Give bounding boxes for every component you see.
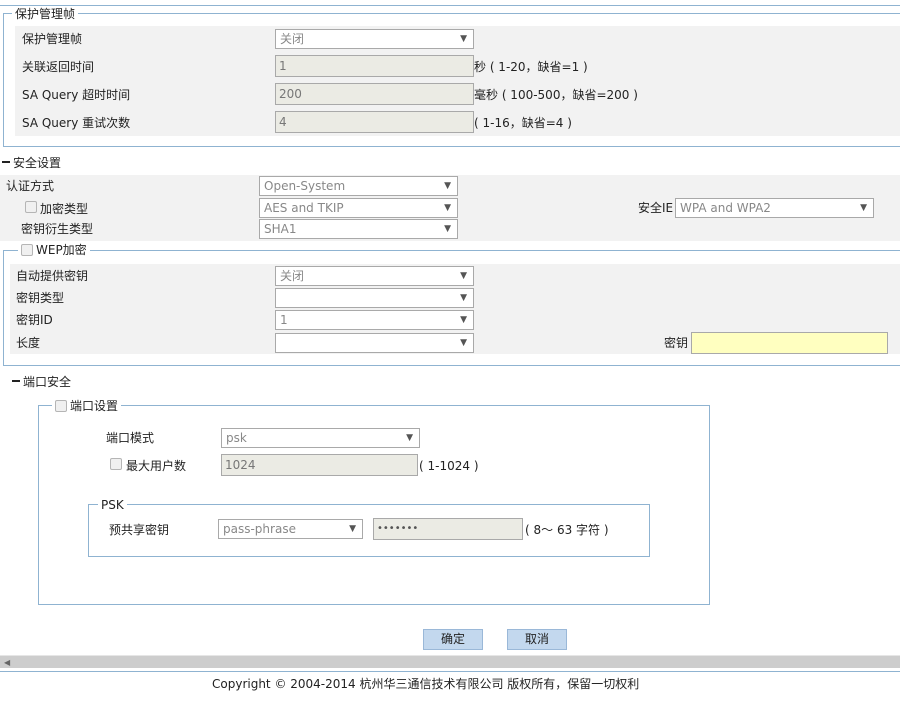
- security-ie-select-value: WPA and WPA2: [680, 201, 771, 215]
- length-select[interactable]: ▼: [275, 333, 474, 353]
- max-users-checkbox[interactable]: [110, 458, 122, 470]
- port-settings-legend-label: 端口设置: [70, 399, 119, 413]
- psk-format-select-value: pass-phrase: [223, 522, 296, 536]
- chevron-down-icon: ▼: [860, 203, 867, 213]
- collapse-icon[interactable]: [2, 161, 10, 163]
- cancel-button[interactable]: 取消: [507, 629, 567, 650]
- assoc-return-input[interactable]: 1: [275, 55, 474, 77]
- sa-query-retry-label: SA Query 重试次数: [22, 116, 131, 130]
- kdf-select-value: SHA1: [264, 222, 297, 236]
- auth-select[interactable]: Open-System ▼: [259, 176, 458, 196]
- port-mode-select-value: psk: [226, 431, 247, 445]
- port-settings-checkbox[interactable]: [55, 400, 67, 412]
- pmf-label: 保护管理帧: [22, 32, 83, 46]
- sa-query-retry-hint: ( 1-16，缺省=4 ): [474, 116, 572, 130]
- psk-label: 预共享密钥: [109, 523, 170, 537]
- collapse-icon[interactable]: [12, 380, 20, 382]
- auth-label: 认证方式: [6, 179, 55, 193]
- max-users-label: 最大用户数: [126, 459, 187, 473]
- length-label: 长度: [16, 336, 41, 350]
- port-security-title: 端口安全: [23, 375, 72, 389]
- sa-query-timeout-input[interactable]: 200: [275, 83, 474, 105]
- pmf-select[interactable]: 关闭 ▼: [275, 29, 474, 49]
- port-mode-select[interactable]: psk ▼: [221, 428, 420, 448]
- max-users-hint: ( 1-1024 ): [419, 459, 479, 473]
- auto-key-label: 自动提供密钥: [16, 269, 89, 283]
- chevron-down-icon: ▼: [406, 433, 413, 443]
- footer-divider: [0, 671, 900, 672]
- chevron-down-icon: ▼: [460, 315, 467, 325]
- wep-key-label: 密钥: [664, 336, 689, 350]
- wep-legend: WEP加密: [18, 243, 90, 257]
- chevron-down-icon: ▼: [460, 338, 467, 348]
- cipher-select-value: AES and TKIP: [264, 201, 344, 215]
- scroll-left-icon[interactable]: ◀: [4, 656, 10, 669]
- key-id-label: 密钥ID: [16, 313, 53, 327]
- psk-hint: ( 8～ 63 字符 ): [525, 523, 609, 537]
- wep-checkbox[interactable]: [21, 244, 33, 256]
- top-border: [0, 5, 900, 6]
- kdf-label: 密钥衍生类型: [21, 222, 94, 236]
- auto-key-select[interactable]: 关闭 ▼: [275, 266, 474, 286]
- auth-select-value: Open-System: [264, 179, 346, 193]
- copyright-text: Copyright © 2004-2014 杭州华三通信技术有限公司 版权所有，…: [212, 677, 640, 691]
- cipher-label: 加密类型: [40, 202, 89, 216]
- pmf-select-value: 关闭: [280, 32, 305, 46]
- psk-key-input[interactable]: •••••••: [373, 518, 523, 540]
- wep-key-input[interactable]: [691, 332, 888, 354]
- sa-query-timeout-label: SA Query 超时时间: [22, 88, 131, 102]
- cipher-checkbox[interactable]: [25, 201, 37, 213]
- chevron-down-icon: ▼: [460, 293, 467, 303]
- security-title: 安全设置: [13, 156, 62, 170]
- auto-key-select-value: 关闭: [280, 269, 305, 283]
- pmf-legend: 保护管理帧: [12, 7, 79, 21]
- ok-button[interactable]: 确定: [423, 629, 483, 650]
- port-settings-legend: 端口设置: [52, 399, 122, 413]
- key-type-select[interactable]: ▼: [275, 288, 474, 308]
- key-type-label: 密钥类型: [16, 291, 65, 305]
- assoc-return-label: 关联返回时间: [22, 60, 95, 74]
- chevron-down-icon: ▼: [460, 271, 467, 281]
- psk-legend: PSK: [98, 498, 127, 512]
- kdf-select[interactable]: SHA1 ▼: [259, 219, 458, 239]
- port-mode-label: 端口模式: [106, 431, 155, 445]
- chevron-down-icon: ▼: [349, 524, 356, 534]
- psk-format-select[interactable]: pass-phrase ▼: [218, 519, 363, 539]
- max-users-input[interactable]: 1024: [221, 454, 418, 476]
- wep-legend-label: WEP加密: [36, 243, 87, 257]
- chevron-down-icon: ▼: [444, 181, 451, 191]
- chevron-down-icon: ▼: [444, 224, 451, 234]
- key-id-select[interactable]: 1 ▼: [275, 310, 474, 330]
- security-ie-label: 安全IE: [638, 201, 674, 215]
- sa-query-retry-input[interactable]: 4: [275, 111, 474, 133]
- chevron-down-icon: ▼: [444, 203, 451, 213]
- assoc-return-hint: 秒 ( 1-20，缺省=1 ): [474, 60, 588, 74]
- sa-query-timeout-hint: 毫秒 ( 100-500，缺省=200 ): [474, 88, 638, 102]
- security-ie-select[interactable]: WPA and WPA2 ▼: [675, 198, 874, 218]
- key-id-select-value: 1: [280, 313, 288, 327]
- chevron-down-icon: ▼: [460, 34, 467, 44]
- cipher-select[interactable]: AES and TKIP ▼: [259, 198, 458, 218]
- horizontal-scrollbar[interactable]: ◀: [0, 655, 900, 668]
